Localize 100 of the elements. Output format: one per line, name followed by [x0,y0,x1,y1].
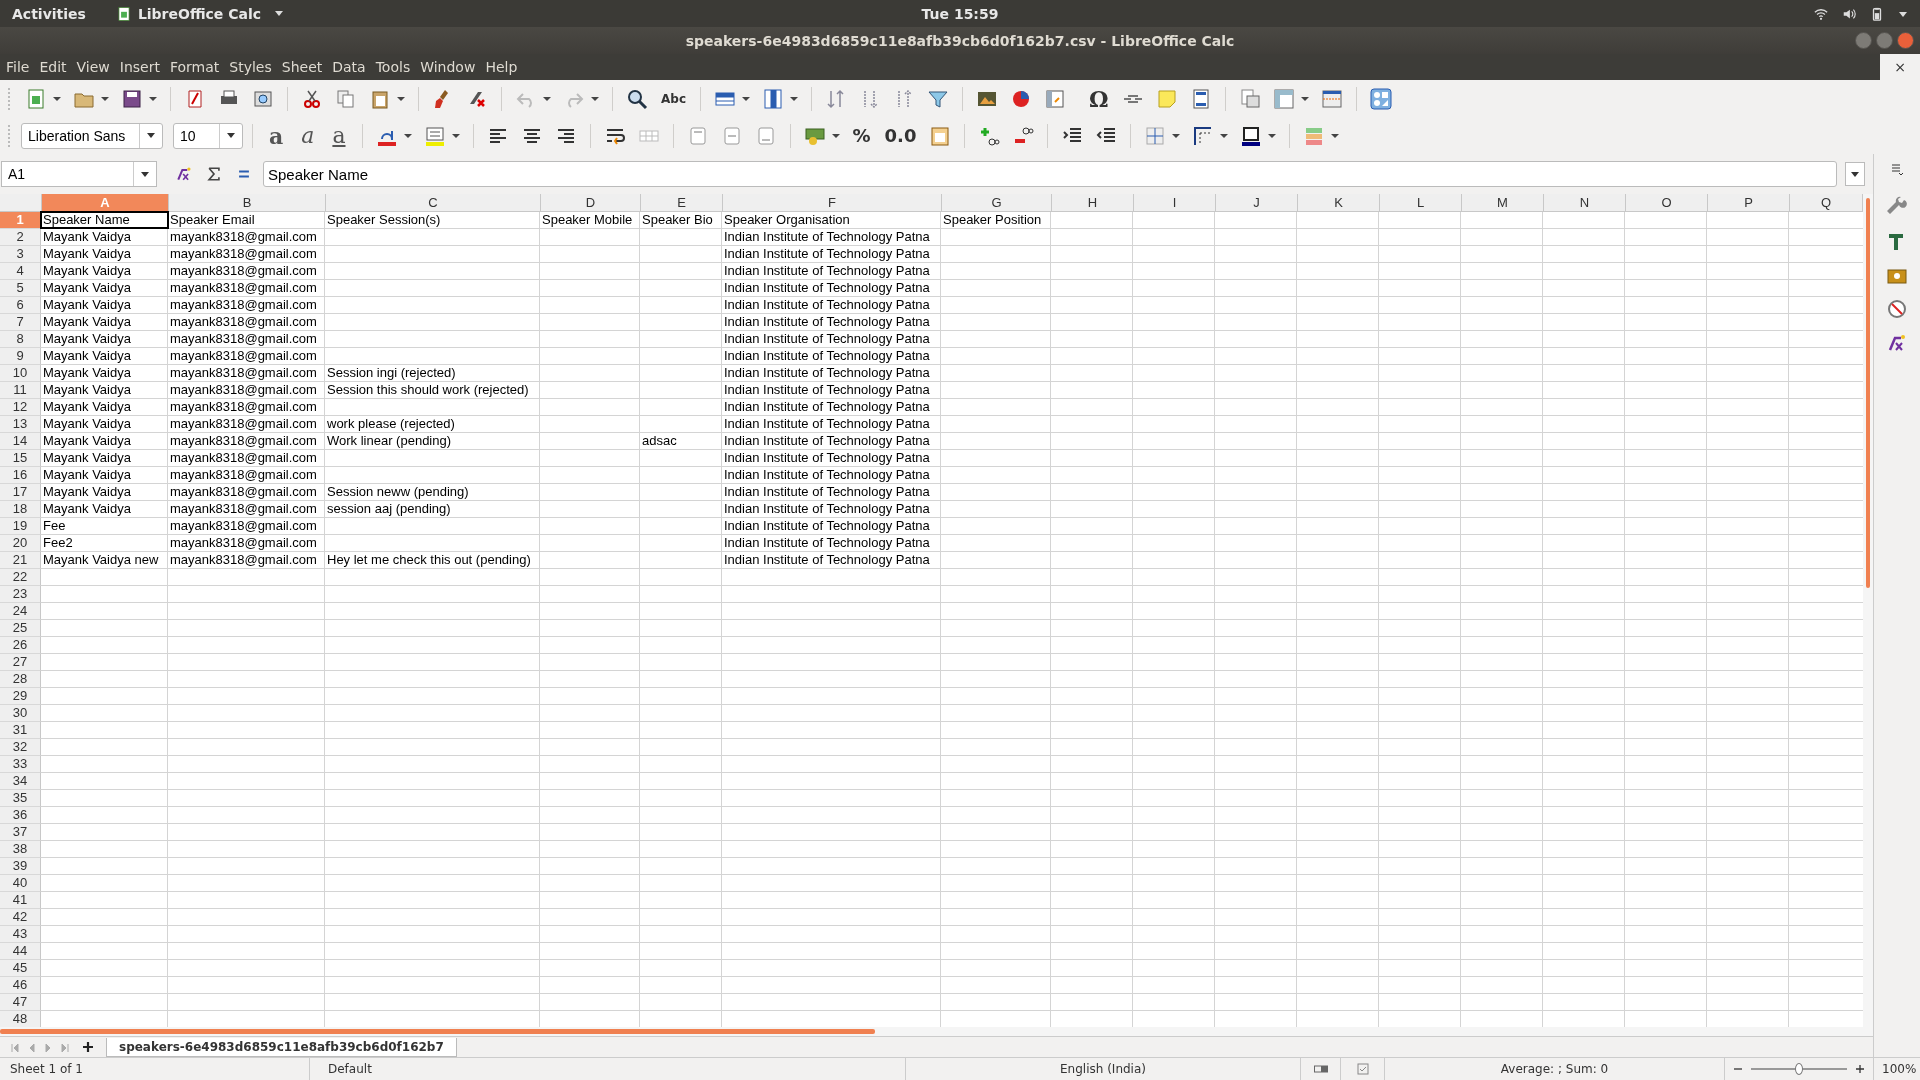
column-header[interactable]: L [1380,194,1462,212]
row-header[interactable]: 40 [0,875,41,892]
row-header[interactable]: 17 [0,484,41,501]
row-header[interactable]: 48 [0,1011,41,1027]
text-style-button[interactable]: a [262,122,291,149]
dropdown-arrow-icon[interactable] [831,133,840,138]
row-header[interactable]: 36 [0,807,41,824]
calendar-icon[interactable] [929,124,952,147]
row-header[interactable]: 47 [0,994,41,1011]
menu-item[interactable]: Insert [119,59,167,75]
row-header[interactable]: 31 [0,722,41,739]
menu-item[interactable]: Styles [229,59,279,75]
row-header[interactable]: 12 [0,399,41,416]
row-header[interactable]: 3 [0,246,41,263]
shapes-icon[interactable] [1369,87,1392,110]
scrollbar-thumb[interactable] [0,1029,875,1034]
row-header[interactable]: 44 [0,943,41,960]
volume-icon[interactable] [1842,6,1856,21]
row-header[interactable]: 22 [0,569,41,586]
highlight-color-icon[interactable] [423,124,446,147]
sheet-tab[interactable]: speakers-6e4983d6859c11e8afb39cb6d0f162b7 [106,1037,457,1057]
row-header[interactable]: 35 [0,790,41,807]
spelling-button[interactable]: Abc [656,91,691,106]
column-header[interactable]: M [1462,194,1544,212]
border-color-icon[interactable] [1240,124,1263,147]
row-header[interactable]: 14 [0,433,41,450]
dropdown-arrow-icon[interactable] [403,133,412,138]
row-header[interactable]: 8 [0,331,41,348]
menu-item[interactable]: Window [420,59,483,75]
dropdown-arrow-icon[interactable] [591,96,599,101]
close-document-button[interactable]: × [1880,54,1920,80]
dropdown-arrow-icon[interactable] [101,96,109,101]
name-box[interactable]: A1 [1,161,157,187]
row-header[interactable]: 20 [0,535,41,552]
column-header[interactable]: I [1134,194,1216,212]
menu-item[interactable]: Format [169,59,227,75]
copy-icon[interactable] [335,87,357,110]
column-header[interactable]: N [1544,194,1626,212]
row-header[interactable]: 26 [0,637,41,654]
column-header[interactable]: E [641,194,723,212]
number-format-button[interactable]: % [847,125,876,146]
borders-icon[interactable] [1144,124,1167,147]
new-spreadsheet-icon[interactable] [25,87,47,110]
column-header[interactable]: P [1708,194,1790,212]
formula-input[interactable]: Speaker Name [263,161,1837,187]
menu-item[interactable]: Tools [375,59,418,75]
dropdown-arrow-icon[interactable] [397,96,405,101]
row-header[interactable]: 27 [0,654,41,671]
column-header[interactable]: C [326,194,541,212]
row-header[interactable]: 10 [0,365,41,382]
zoom-in-icon[interactable] [1855,1064,1865,1074]
row-header[interactable]: 13 [0,416,41,433]
row-header[interactable]: 9 [0,348,41,365]
add-sheet-icon[interactable] [82,1041,94,1053]
text-style-button[interactable]: a [325,123,353,148]
dropdown-arrow-icon[interactable] [1220,133,1229,138]
menu-item[interactable]: View [76,59,117,75]
activities-button[interactable]: Activities [12,5,86,22]
row-header[interactable]: 11 [0,382,41,399]
dropdown-arrow-icon[interactable] [543,96,551,101]
row-header[interactable]: 16 [0,467,41,484]
row-header[interactable]: 34 [0,773,41,790]
text-style-button[interactable]: a [294,123,322,148]
menu-item[interactable]: File [6,59,37,75]
app-menu[interactable]: LibreOffice Calc [115,5,284,22]
row-header[interactable]: 2 [0,229,41,246]
column-icon[interactable] [762,87,784,110]
row-header[interactable]: 45 [0,960,41,977]
row-header[interactable]: 42 [0,909,41,926]
row-header[interactable]: 21 [0,552,41,569]
column-header[interactable]: B [169,194,326,212]
maximize-button[interactable] [1876,32,1893,49]
pivot-table-icon[interactable] [1044,87,1066,110]
row-header[interactable]: 46 [0,977,41,994]
dropdown-arrow-icon[interactable] [1172,133,1181,138]
save-icon[interactable] [121,87,143,110]
row-header[interactable]: 7 [0,314,41,331]
dropdown-arrow-icon[interactable] [790,96,798,101]
sum-icon[interactable] [205,165,223,183]
row-header[interactable]: 25 [0,620,41,637]
row-header[interactable]: 4 [0,263,41,280]
column-header[interactable]: H [1052,194,1134,212]
scrollbar-thumb[interactable] [1866,198,1870,588]
selection-mode-icon[interactable] [1313,1064,1328,1074]
row-header[interactable]: 23 [0,586,41,603]
font-size-field[interactable]: 10 [173,122,243,149]
row-header[interactable]: 39 [0,858,41,875]
battery-icon[interactable] [1870,6,1884,21]
row-header[interactable]: 38 [0,841,41,858]
zoom-slider[interactable] [1751,1063,1847,1075]
column-header[interactable]: F [723,194,942,212]
column-header[interactable]: J [1216,194,1298,212]
row-header[interactable]: 19 [0,518,41,535]
column-header[interactable]: O [1626,194,1708,212]
minimize-button[interactable] [1855,32,1872,49]
dropdown-arrow-icon[interactable] [1268,133,1277,138]
menu-item[interactable]: Sheet [281,59,330,75]
clock[interactable]: Tue 15:59 [921,5,999,22]
row-header[interactable]: 43 [0,926,41,943]
dropdown-arrow-icon[interactable] [1331,133,1340,138]
